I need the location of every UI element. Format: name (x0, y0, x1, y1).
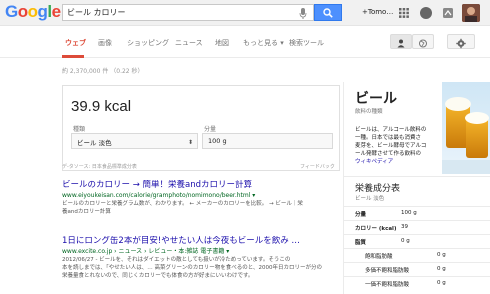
nutrition-key: 一価不飽和脂肪酸 (365, 282, 410, 288)
nutrition-key: 多価不飽和脂肪酸 (365, 268, 410, 274)
kind-select-value: ビール 淡色 (77, 139, 112, 147)
nutrition-row: カロリー (kcal) 39 (344, 220, 490, 232)
select-arrows-icon: ⬍ (187, 139, 193, 146)
tab-images[interactable]: 画像 (98, 38, 112, 48)
result-snippet-line: ビールのカロリーと栄養グラム数が、わかります。 ← メーカーのカロリーを比較。 … (62, 201, 303, 207)
amount-input[interactable]: 100 g (202, 133, 333, 149)
gear-icon (456, 38, 466, 49)
tab-news[interactable]: ニュース (175, 38, 203, 48)
tab-shopping[interactable]: ショッピング (127, 38, 169, 48)
tab-maps[interactable]: 地図 (215, 38, 229, 48)
nutrition-subtitle: ビール 淡色 (355, 196, 385, 202)
logo-letter: o (17, 2, 28, 21)
share-icon[interactable] (442, 7, 454, 19)
logo-letter: e (51, 2, 61, 21)
tab-web[interactable]: ウェブ (65, 38, 86, 48)
nutrition-row: 飽和脂肪酸 0 g (344, 248, 490, 260)
amount-label: 分量 (204, 126, 217, 133)
wikipedia-link[interactable]: ウィキペディア (355, 157, 393, 165)
tab-more[interactable]: もっと見る ▾ (243, 38, 284, 48)
beer-glasses-image (442, 82, 490, 174)
search-icon (323, 8, 333, 18)
nutrition-value: 0 g (437, 266, 446, 272)
nutrition-key: カロリー (kcal) (355, 226, 397, 232)
result-url[interactable]: www.eiyoukeisan.com/calorie/gramphoto/no… (62, 191, 340, 200)
result-title-link[interactable]: 1日にロング缶2本が目安!やせたい人は今夜もビールを飲み … (62, 236, 340, 247)
nutrition-key: 分量 (355, 212, 367, 218)
logo-letter: o (27, 2, 38, 21)
settings-button[interactable] (447, 34, 475, 49)
nutrition-key: 脂質 (355, 240, 367, 246)
search-query[interactable]: ビール カロリー (67, 7, 126, 19)
feedback-link[interactable]: フィードバック (300, 163, 335, 170)
result-stats: 約 2,370,000 件 （0.22 秒） (62, 68, 144, 75)
kind-select[interactable]: ビール 淡色 ⬍ (71, 133, 198, 149)
result-title-link[interactable]: ビールのカロリー → 簡単！栄養andカロリー計算 (62, 180, 340, 191)
result-snippet-line: 本を読しまでは、「やせたい人は、… 高菜グリーンのカロリー物を食べるのと、200… (62, 265, 323, 271)
nutrition-row: 脂質 0 g (344, 234, 490, 246)
knowledge-panel-section-divider (344, 176, 490, 177)
user-name-link[interactable]: +Tomo… (362, 8, 393, 16)
apps-grid-icon[interactable] (399, 8, 409, 18)
knowledge-panel-title: ビール (355, 91, 397, 107)
globe-icon (419, 39, 427, 48)
knowledge-panel-description: ビールは、アルコール飲料の 一種。日本では最も消費さ 麦芽を、ビール酵母でアルコ… (355, 126, 437, 158)
search-nav: ウェブ 画像 ショッピング ニュース 地図 もっと見る ▾ 検索ツール (0, 26, 490, 58)
calorie-value: 39.9 kcal (71, 98, 132, 115)
person-icon (397, 39, 405, 48)
active-tab-indicator (62, 55, 84, 58)
result-url[interactable]: www.excite.co.jp › ニュース › レビュー・本:雑誌 電子書籍… (62, 247, 340, 256)
avatar[interactable] (462, 4, 480, 22)
description-line: ビールは、アルコール飲料の (355, 127, 427, 133)
microphone-icon[interactable] (299, 8, 307, 19)
beer-image[interactable] (442, 82, 490, 174)
nutrition-key: 飽和脂肪酸 (365, 254, 393, 260)
result-snippet-line: 2012/06/27 - ビールを、それはダイエットの敵としても扱いが冷ためって… (62, 257, 291, 263)
top-bar: Google ビール カロリー +Tomo… (0, 0, 490, 26)
nutrition-row: 多価不飽和脂肪酸 0 g (344, 262, 490, 274)
result-snippet-line: 養andカロリー計算 (62, 209, 111, 215)
nutrition-row: 一価不飽和脂肪酸 0 g (344, 276, 490, 288)
kind-label: 種類 (73, 126, 86, 133)
nutrition-row: 分量 100 g (344, 206, 490, 218)
result-snippet-line: 栄養量食とれないので、同じくカロリーでも体食の方が好まにいいわけです。 (62, 273, 254, 279)
description-line: 一種。日本では最も消費さ (355, 135, 422, 141)
notifications-icon[interactable] (420, 7, 432, 19)
logo-letter: G (5, 2, 18, 21)
description-line: 麦芽を、ビール酵母でアルコ (355, 143, 427, 149)
logo-letter: g (37, 2, 48, 21)
data-source-note: デ-タソース: 日本食品標準成分表 (62, 164, 137, 170)
search-button[interactable] (314, 4, 342, 21)
nutrition-title: 栄養成分表 (355, 184, 401, 194)
nutrition-value: 0 g (437, 252, 446, 258)
calorie-answer-card: 39.9 kcal 種類 分量 ビール 淡色 ⬍ 100 g (62, 85, 340, 171)
knowledge-panel-subtitle: 飲料の種類 (355, 109, 383, 115)
global-results-button[interactable] (412, 34, 434, 49)
amount-input-value: 100 g (208, 137, 227, 145)
search-input[interactable]: ビール カロリー (62, 4, 314, 21)
search-result: 1日にロング缶2本が目安!やせたい人は今夜もビールを飲み … www.excit… (62, 236, 340, 280)
avatar-image (462, 4, 480, 22)
tab-search-tools[interactable]: 検索ツール (289, 38, 324, 48)
nutrition-value: 100 g (401, 210, 417, 216)
search-result: ビールのカロリー → 簡単！栄養andカロリー計算 www.eiyoukeisa… (62, 180, 340, 216)
nutrition-value: 39 (401, 224, 408, 230)
nutrition-value: 0 g (437, 280, 446, 286)
google-logo[interactable]: Google (5, 3, 61, 21)
nutrition-value: 0 g (401, 238, 410, 244)
personal-results-button[interactable] (390, 34, 412, 49)
